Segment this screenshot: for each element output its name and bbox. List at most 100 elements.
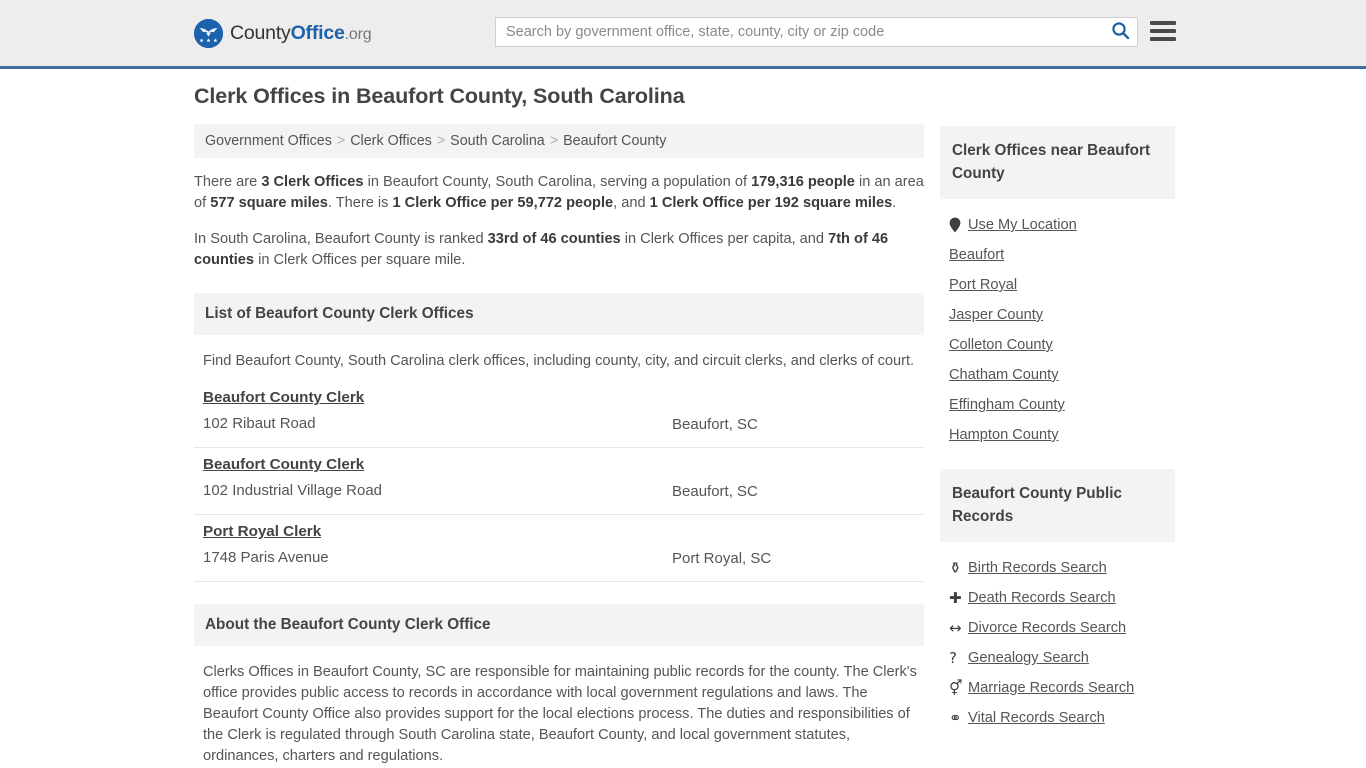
public-records-list: ⚱ Birth Records Search ✚ Death Records Sear…	[940, 542, 1175, 733]
office-row: Port Royal Clerk 1748 Paris Avenue Port Ro…	[194, 515, 924, 582]
nearby-offices-heading: Clerk Offices near Beaufort County	[940, 126, 1175, 199]
record-link-row[interactable]: ? Genealogy Search	[940, 643, 1175, 673]
intro-stats-text: , and	[613, 195, 650, 211]
question-mark-icon-glyph: ?	[949, 648, 957, 667]
record-link[interactable]: Death Records Search	[968, 590, 1116, 606]
list-section-heading: List of Beaufort County Clerk Offices	[194, 293, 924, 335]
search-icon	[1111, 21, 1130, 43]
record-link-row[interactable]: ✚ Death Records Search	[940, 583, 1175, 613]
office-city-state: Beaufort, SC	[672, 416, 758, 433]
nearby-offices-card: Clerk Offices near Beaufort County Use M…	[940, 126, 1175, 450]
intro-paragraph-stats: There are 3 Clerk Offices in Beaufort Co…	[194, 172, 924, 214]
office-row: Beaufort County Clerk 102 Industrial Vill…	[194, 448, 924, 515]
intro-ranking-text: in Clerk Offices per capita, and	[620, 231, 829, 247]
breadcrumb-item[interactable]: South Carolina	[450, 133, 545, 149]
breadcrumb-separator: >	[549, 133, 559, 149]
record-link-row[interactable]: ⚥ Marriage Records Search	[940, 673, 1175, 703]
site-logo[interactable]: CountyOffice.org	[194, 19, 372, 48]
venus-mars-icon: ⚥	[949, 678, 968, 697]
office-name-link[interactable]: Beaufort County Clerk	[203, 389, 364, 406]
record-link[interactable]: Marriage Records Search	[968, 680, 1134, 696]
nearby-link[interactable]: Hampton County	[949, 427, 1059, 443]
about-section-body: Clerks Offices in Beaufort County, SC ar…	[194, 646, 924, 768]
intro-stats-emphasis: 1 Clerk Office per 192 square miles	[649, 195, 893, 211]
intro-paragraph-ranking: In South Carolina, Beaufort County is ra…	[194, 229, 924, 271]
record-links-container: ⚱ Birth Records Search ✚ Death Records Sear…	[940, 553, 1175, 733]
breadcrumb: Government Offices > Clerk Offices > South C…	[194, 124, 924, 158]
use-my-location-link[interactable]: Use My Location	[968, 217, 1077, 233]
hamburger-menu-icon-bar	[1150, 37, 1176, 41]
breadcrumb-separator: >	[336, 133, 346, 149]
record-link[interactable]: Genealogy Search	[968, 650, 1089, 666]
public-records-card: Beaufort County Public Records ⚱ Birth Re…	[940, 469, 1175, 733]
intro-ranking-text: In South Carolina, Beaufort County is ra…	[194, 231, 488, 247]
record-link[interactable]: Birth Records Search	[968, 560, 1107, 576]
intro-stats-text: There are	[194, 174, 262, 190]
intro-stats-emphasis: 577 square miles	[210, 195, 328, 211]
nearby-link-row[interactable]: Effingham County	[940, 390, 1175, 420]
intro-stats-emphasis: 1 Clerk Office per 59,772 people	[392, 195, 614, 211]
breadcrumb-item[interactable]: Clerk Offices	[350, 133, 432, 149]
sidebar: Clerk Offices near Beaufort County Use M…	[940, 126, 1175, 733]
nearby-link[interactable]: Beaufort	[949, 247, 1004, 263]
breadcrumb-item[interactable]: Government Offices	[205, 133, 332, 149]
venus-mars-icon-glyph: ⚥	[949, 678, 963, 697]
nearby-link-row[interactable]: Hampton County	[940, 420, 1175, 450]
nearby-link-row[interactable]: Port Royal	[940, 270, 1175, 300]
office-address: 102 Ribaut Road	[203, 415, 316, 432]
logo-text-office: Office	[290, 22, 345, 44]
search-input[interactable]	[496, 18, 1103, 46]
nearby-offices-list: Use My Location Beaufort Port Royal Jasper…	[940, 199, 1175, 450]
record-link[interactable]: Vital Records Search	[968, 710, 1105, 726]
nearby-link[interactable]: Effingham County	[949, 397, 1065, 413]
record-link-row[interactable]: ↔ Divorce Records Search	[940, 613, 1175, 643]
office-name-link[interactable]: Port Royal Clerk	[203, 523, 321, 540]
logo-text-county: County	[230, 22, 291, 44]
record-link-row[interactable]: ⚭ Vital Records Search	[940, 703, 1175, 733]
record-link[interactable]: Divorce Records Search	[968, 620, 1126, 636]
left-right-arrow-icon-glyph: ↔	[949, 618, 962, 637]
nearby-link-row[interactable]: Beaufort	[940, 240, 1175, 270]
public-records-heading: Beaufort County Public Records	[940, 469, 1175, 542]
nearby-link-row[interactable]: Chatham County	[940, 360, 1175, 390]
office-city-state: Beaufort, SC	[672, 483, 758, 500]
about-section-heading: About the Beaufort County Clerk Office	[194, 604, 924, 646]
site-logo-text: CountyOffice.org	[230, 22, 372, 45]
site-header: CountyOffice.org	[0, 0, 1366, 69]
question-mark-icon: ?	[949, 648, 968, 667]
breadcrumb-separator: >	[436, 133, 446, 149]
nearby-link-row[interactable]: Jasper County	[940, 300, 1175, 330]
intro-stats-text: . There is	[327, 195, 393, 211]
cross-icon: ✚	[949, 588, 968, 607]
intro-stats-text: .	[892, 195, 897, 211]
left-right-arrow-icon: ↔	[949, 618, 968, 637]
hamburger-menu-button[interactable]	[1150, 19, 1176, 43]
cross-icon-glyph: ✚	[949, 588, 962, 607]
baby-icon-glyph: ⚱	[949, 558, 962, 577]
nearby-link-row[interactable]: Colleton County	[940, 330, 1175, 360]
office-name-link[interactable]: Beaufort County Clerk	[203, 456, 364, 473]
office-address: 1748 Paris Avenue	[203, 549, 329, 566]
county-office-logo-icon	[194, 19, 223, 48]
record-link-row[interactable]: ⚱ Birth Records Search	[940, 553, 1175, 583]
nearby-link[interactable]: Jasper County	[949, 307, 1043, 323]
search-button[interactable]	[1103, 18, 1137, 46]
breadcrumb-item[interactable]: Beaufort County	[563, 133, 666, 149]
intro-stats-emphasis: 179,316 people	[751, 174, 855, 190]
main-column: Clerk Offices in Beaufort County, South …	[194, 83, 924, 768]
nearby-link[interactable]: Colleton County	[949, 337, 1053, 353]
nearby-link[interactable]: Chatham County	[949, 367, 1059, 383]
search-bar[interactable]	[495, 17, 1138, 47]
intro-stats-text: in Beaufort County, South Carolina, serv…	[363, 174, 752, 190]
logo-text-org: .org	[344, 26, 372, 43]
map-pin-icon	[949, 217, 968, 233]
page-title: Clerk Offices in Beaufort County, South …	[194, 84, 685, 108]
office-address: 102 Industrial Village Road	[203, 482, 383, 499]
intro-ranking-text: in Clerk Offices per square mile.	[254, 252, 466, 268]
office-city-state: Port Royal, SC	[672, 550, 772, 567]
list-section-note: Find Beaufort County, South Carolina cle…	[203, 353, 915, 369]
use-my-location-row[interactable]: Use My Location	[940, 210, 1175, 240]
heartbeat-icon: ⚭	[949, 710, 968, 726]
baby-icon: ⚱	[949, 558, 968, 577]
nearby-link[interactable]: Port Royal	[949, 277, 1017, 293]
